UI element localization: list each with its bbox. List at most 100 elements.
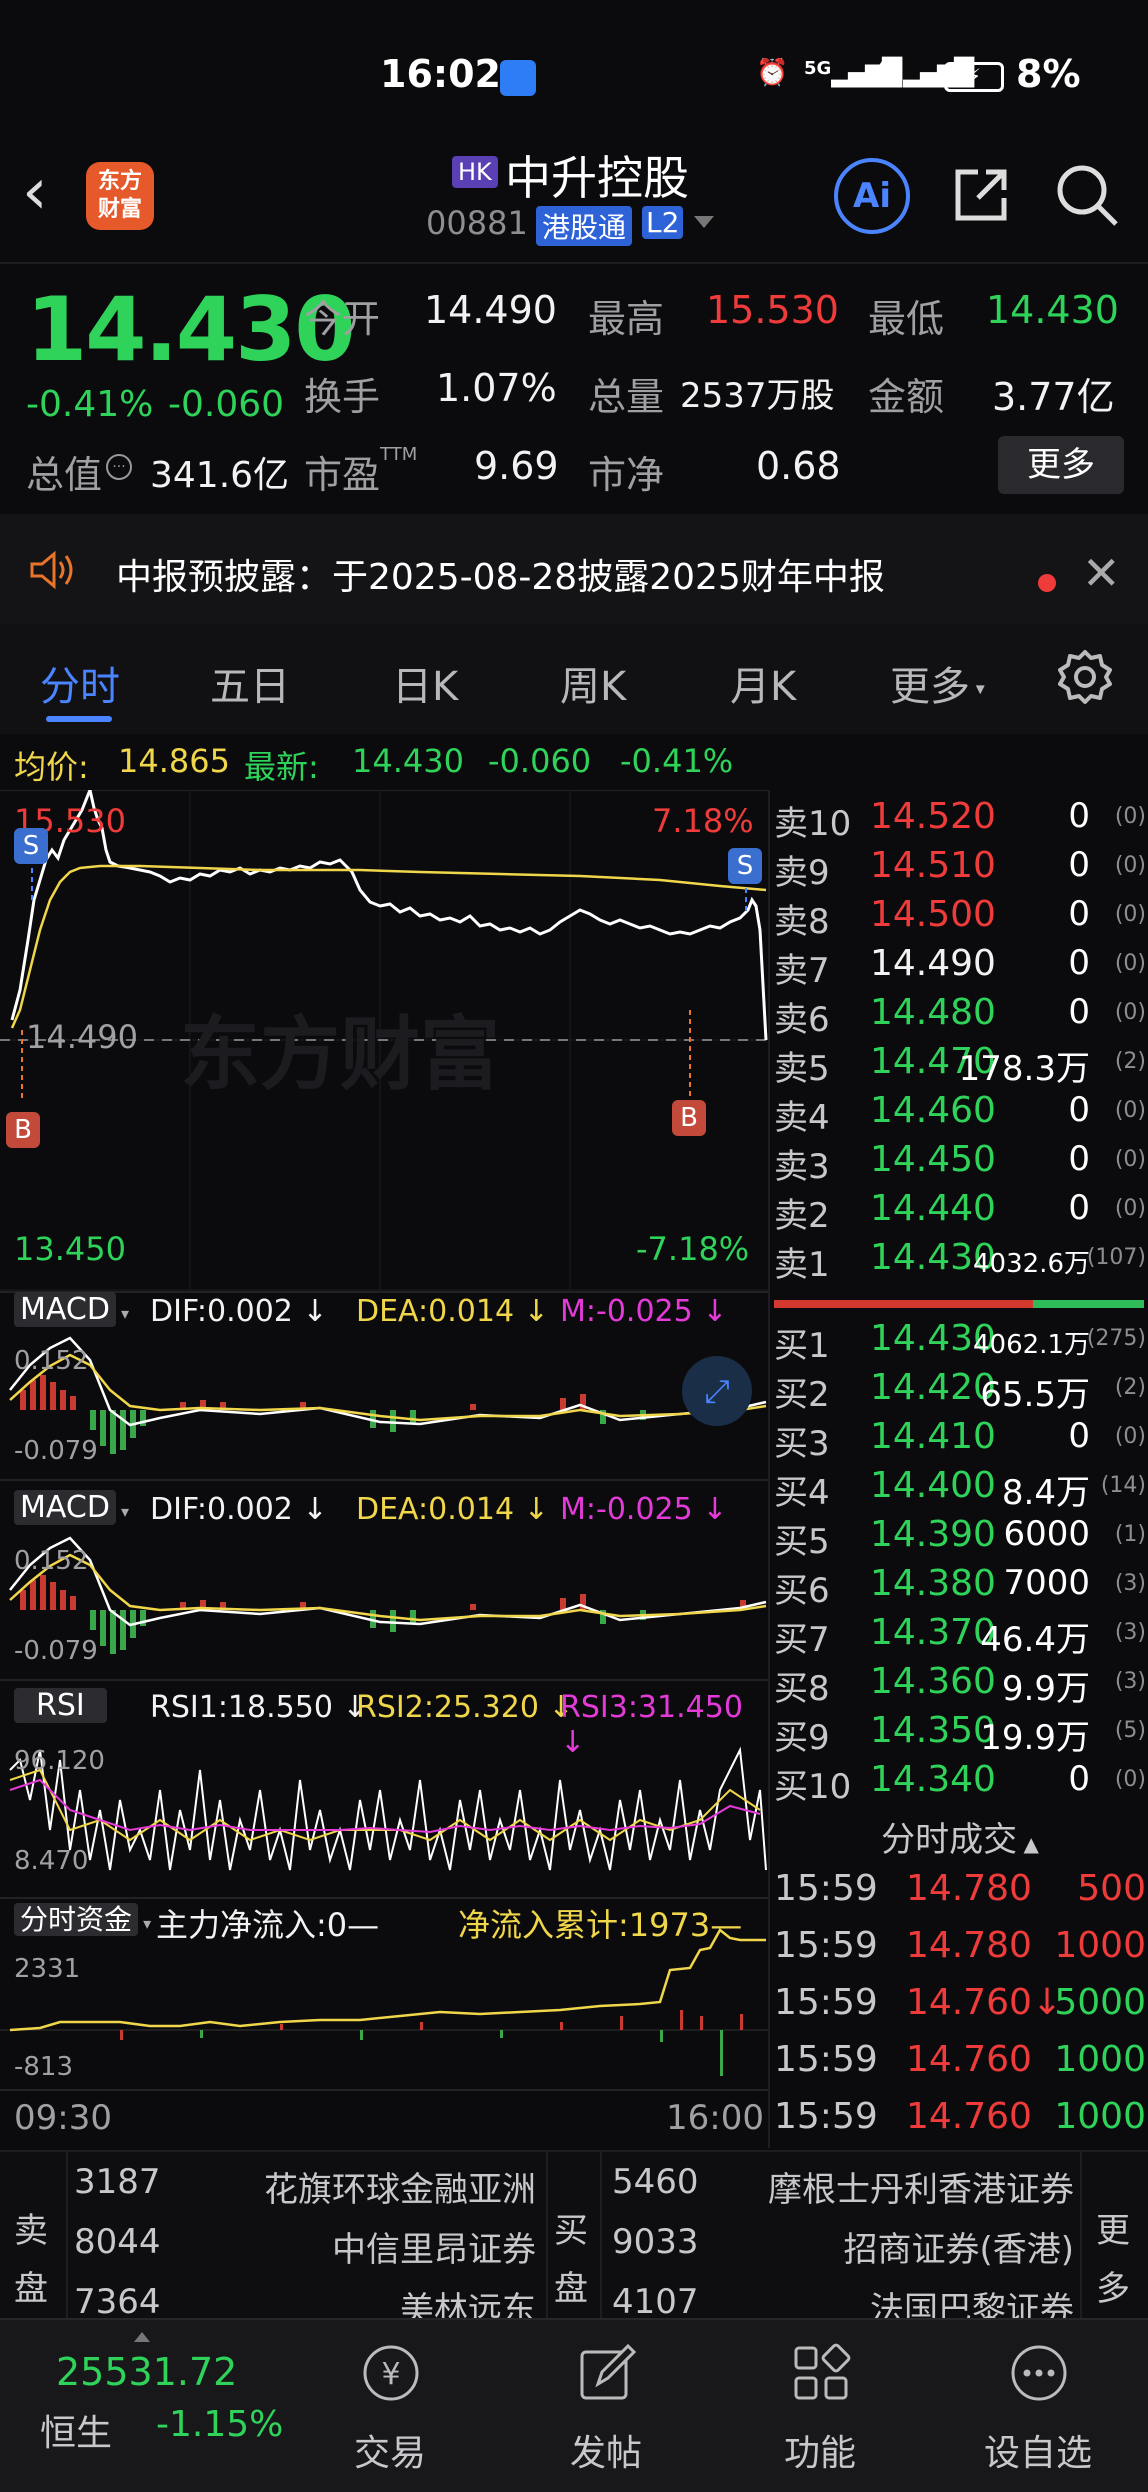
latest-label: 最新: [244, 748, 319, 786]
nav-watchlist[interactable]: 设自选 [958, 2320, 1118, 2492]
broker-row[interactable]: 9033 招商证券(香港) [612, 2216, 1074, 2272]
ask-row[interactable]: 卖9 14.510 0 (0) [770, 839, 1148, 893]
chevron-down-icon[interactable] [694, 216, 714, 228]
index-name: 恒生 [40, 2413, 113, 2454]
bid-row[interactable]: 买5 14.390 6000 (1) [770, 1508, 1148, 1562]
intraday-chart-area[interactable]: 15.530 7.18% 14.490 13.450 -7.18% 东方财富 S… [0, 790, 768, 2148]
ai-assistant-button[interactable]: Ai [834, 158, 910, 234]
bid-row-price: 14.380 [870, 1563, 996, 1604]
trades-title[interactable]: 分时成交 ▲ [770, 1812, 1148, 1861]
search-icon[interactable] [1054, 162, 1120, 228]
ask-row[interactable]: 卖4 14.460 0 (0) [770, 1084, 1148, 1138]
change-amount: -0.060 [168, 384, 285, 425]
bid-row[interactable]: 买8 14.360 9.9万 (3) [770, 1655, 1148, 1709]
broker-queue[interactable]: 卖盘 3187 花旗环球金融亚洲 8044 中信里昂证券 7364 美林远东 买盘 546… [0, 2150, 1148, 2318]
trade-price: 14.780 [906, 1925, 1032, 1966]
tab-monthly-k[interactable]: 月K [730, 654, 796, 712]
flow-tag[interactable]: 分时资金 [14, 1903, 139, 1936]
more-brokers-button[interactable]: 更多 [1096, 2202, 1136, 2318]
notice-text[interactable]: 中报预披露：于2025-08-28披露2025财年中报 [116, 548, 885, 600]
ask-row[interactable]: 卖3 14.450 0 (0) [770, 1133, 1148, 1187]
ask-row-label: 卖9 [774, 853, 830, 893]
macd1-tag[interactable]: MACD [14, 1292, 116, 1327]
pe-label: 市盈TTM [304, 444, 418, 497]
ask-row-count: (0) [1114, 853, 1146, 878]
broker-name: 法国巴黎证券 [870, 2290, 1074, 2318]
bid-row-price: 14.350 [870, 1710, 996, 1751]
caret-down-icon: ▾ [970, 678, 985, 700]
broker-row[interactable]: 4107 法国巴黎证券 [612, 2276, 1074, 2318]
rsi-tag[interactable]: RSI [14, 1688, 107, 1723]
ask-row-count: (107) [1086, 1245, 1146, 1270]
bid-row-volume: 8.4万 [1001, 1473, 1090, 1513]
ask-row[interactable]: 卖7 14.490 0 (0) [770, 937, 1148, 991]
ask-row[interactable]: 卖6 14.480 0 (0) [770, 986, 1148, 1040]
ask-row[interactable]: 卖10 14.520 0 (0) [770, 790, 1148, 844]
bid-row[interactable]: 买1 14.430 4062.1万 (275) [770, 1312, 1148, 1366]
ask-row[interactable]: 卖2 14.440 0 (0) [770, 1182, 1148, 1236]
nav-post[interactable]: 发帖 [526, 2320, 686, 2492]
tab-five-day[interactable]: 五日 [210, 654, 290, 712]
tab-weekly-k[interactable]: 周K [560, 654, 626, 712]
gear-icon[interactable] [1056, 648, 1114, 706]
bid-row[interactable]: 买10 14.340 0 (0) [770, 1753, 1148, 1807]
bid-row-volume: 46.4万 [980, 1620, 1090, 1660]
bid-row[interactable]: 买3 14.410 0 (0) [770, 1410, 1148, 1464]
nav-functions[interactable]: 功能 [740, 2320, 900, 2492]
ask-row-price: 14.450 [870, 1139, 996, 1180]
tab-more[interactable]: 更多 ▾ [890, 654, 985, 712]
macd2-indicator-select[interactable]: MACD ▾ [14, 1490, 129, 1525]
bid-row[interactable]: 买7 14.370 46.4万 (3) [770, 1606, 1148, 1660]
tab-intraday[interactable]: 分时 [40, 654, 120, 712]
bid-row[interactable]: 买6 14.380 7000 (3) [770, 1557, 1148, 1611]
nav-trade[interactable]: ¥ 交易 [310, 2320, 470, 2492]
buy-marker[interactable]: B [6, 1112, 40, 1148]
bid-row-label: 买1 [774, 1326, 830, 1366]
broker-row[interactable]: 8044 中信里昂证券 [74, 2216, 536, 2272]
more-quote-button[interactable]: 更多 [998, 436, 1124, 494]
trade-row: 15:59 14.780 500 [770, 1860, 1148, 1917]
stock-name[interactable]: 中升控股 [505, 142, 689, 208]
buy-marker[interactable]: B [672, 1100, 706, 1136]
pe-value: 9.69 [474, 444, 559, 488]
broker-row[interactable]: 7364 美林远东 [74, 2276, 536, 2318]
ask-row-price: 14.520 [870, 796, 996, 837]
stock-header: ‹ 东方财富 HK 中升控股 00881 港股通 L2 Ai [0, 120, 1148, 260]
bid-row[interactable]: 买2 14.420 65.5万 (2) [770, 1361, 1148, 1415]
ask-row-volume: 0 [1068, 1188, 1090, 1228]
ask-row[interactable]: 卖5 14.470 178.3万 (2) [770, 1035, 1148, 1089]
share-icon[interactable] [950, 164, 1012, 226]
bid-row-volume: 0 [1068, 1416, 1090, 1456]
broker-id: 4107 [612, 2282, 699, 2318]
flow-indicator-select[interactable]: 分时资金 ▾ [14, 1898, 151, 1938]
broker-row[interactable]: 5460 摩根士丹利香港证券 [612, 2156, 1074, 2212]
macd1-indicator-select[interactable]: MACD ▾ [14, 1292, 129, 1327]
macd2-m: M:-0.025 ↓ [560, 1492, 728, 1527]
tab-daily-k[interactable]: 日K [392, 654, 458, 712]
bid-row-label: 买6 [774, 1571, 830, 1611]
close-icon[interactable]: ✕ [1082, 550, 1121, 596]
bid-row-label: 买2 [774, 1375, 830, 1415]
avg-value: 14.865 [118, 742, 230, 780]
flow-bars [120, 2010, 743, 2076]
avg-price-row: 均价: 14.865 最新: 14.430 -0.060 -0.41% [0, 734, 1148, 790]
sell-marker[interactable]: S [728, 848, 762, 884]
broker-row[interactable]: 3187 花旗环球金融亚洲 [74, 2156, 536, 2212]
info-icon[interactable]: ··· [106, 454, 132, 480]
sell-marker[interactable]: S [14, 828, 48, 864]
ask-row-count: (0) [1114, 1196, 1146, 1221]
level2-badge[interactable]: L2 [642, 206, 684, 239]
macd2-tag[interactable]: MACD [14, 1490, 116, 1525]
ask-row[interactable]: 卖1 14.430 4032.6万 (107) [770, 1231, 1148, 1285]
expand-icon[interactable]: ⤢ [682, 1356, 752, 1426]
broker-name: 花旗环球金融亚洲 [264, 2170, 536, 2210]
rsi-indicator-select[interactable]: RSI [14, 1688, 107, 1723]
index-ticker[interactable]: 25531.72 恒生 -1.15% [0, 2320, 300, 2492]
bid-row[interactable]: 买9 14.350 19.9万 (5) [770, 1704, 1148, 1758]
ask-row[interactable]: 卖8 14.500 0 (0) [770, 888, 1148, 942]
ask-row-count: (0) [1114, 951, 1146, 976]
bid-row[interactable]: 买4 14.400 8.4万 (14) [770, 1459, 1148, 1513]
buy-side-label: 买盘 [554, 2211, 588, 2309]
back-button[interactable]: ‹ [22, 160, 48, 224]
notice-bar[interactable]: 中报预披露：于2025-08-28披露2025财年中报 ✕ [0, 514, 1148, 624]
